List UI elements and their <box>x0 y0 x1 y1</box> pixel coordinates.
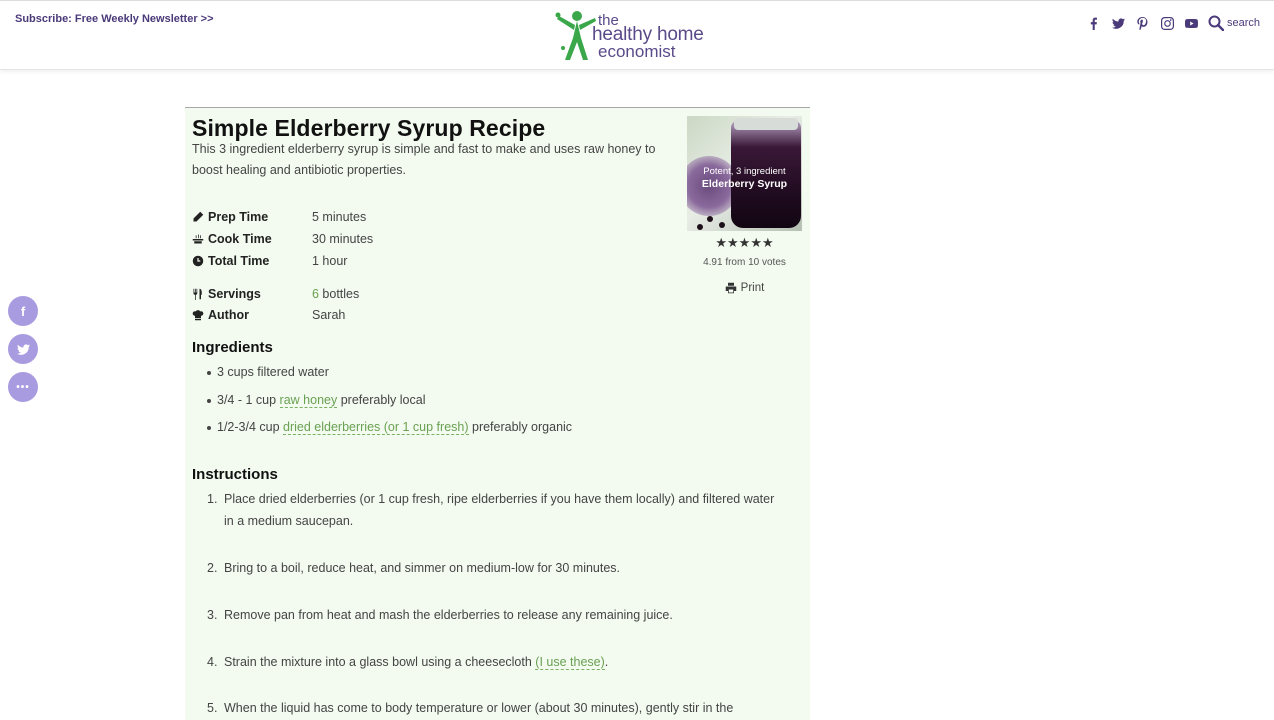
meta-value: 30 minutes <box>312 232 374 246</box>
meta-prep-time: Prep Time 5 minutes <box>192 210 366 224</box>
subscribe-link[interactable]: Subscribe: Free Weekly Newsletter >> <box>15 13 214 25</box>
pencil-icon <box>193 211 204 222</box>
step-text-end: . <box>604 655 609 669</box>
twitter-icon <box>16 343 30 355</box>
ingredient-note: preferably organic <box>468 420 573 434</box>
star-icon[interactable]: ★ <box>739 235 751 250</box>
star-icon[interactable]: ★ <box>727 235 739 250</box>
meta-value: 1 hour <box>312 254 348 268</box>
star-icon[interactable]: ★ <box>750 235 762 250</box>
step-text: Bring to a boil, reduce heat, and simmer… <box>224 561 621 575</box>
printer-icon <box>725 282 736 294</box>
share-more-button[interactable]: ••• <box>8 372 38 402</box>
step-number: 1. <box>207 492 218 506</box>
site-header: Subscribe: Free Weekly Newsletter >> the… <box>0 0 1274 70</box>
berry <box>697 224 703 230</box>
ingredient-text: 3 cups filtered water <box>217 365 329 379</box>
twitter-icon[interactable] <box>1106 13 1131 33</box>
berry <box>707 216 713 222</box>
meta-servings: Servings 6 bottles <box>192 287 359 301</box>
step-number: 4. <box>207 655 218 669</box>
ingredients-heading: Ingredients <box>192 339 273 356</box>
meta-label: Prep Time <box>208 210 269 224</box>
meta-author: Author Sarah <box>192 308 345 322</box>
ingredient-item: 3 cups filtered water <box>207 365 329 379</box>
step-text: Remove pan from heat and mash the elderb… <box>224 608 673 622</box>
meta-label: Servings <box>208 287 261 301</box>
ingredient-item: 1/2-3/4 cup dried elderberries (or 1 cup… <box>206 420 573 435</box>
clock-icon <box>192 255 204 267</box>
servings-number[interactable]: 6 <box>312 287 319 301</box>
step-number: 3. <box>207 608 218 622</box>
image-caption-top: Potent, 3 ingredient <box>703 166 786 177</box>
star-icon[interactable]: ★ <box>715 235 727 250</box>
instruction-step: 4. Strain the mixture into a glass bowl … <box>207 651 787 673</box>
instruction-step: 3. Remove pan from heat and mash the eld… <box>207 604 787 626</box>
meta-value: Sarah <box>312 308 346 322</box>
jar-lid <box>734 118 798 130</box>
servings-unit: bottles <box>318 287 360 301</box>
instructions-heading: Instructions <box>192 466 278 483</box>
ingredient-amount: 3/4 - 1 cup <box>217 393 280 407</box>
step-text: Strain the mixture into a glass bowl usi… <box>224 655 536 669</box>
meta-total-time: Total Time 1 hour <box>192 254 347 268</box>
chef-hat-icon <box>192 310 204 321</box>
share-facebook-button[interactable]: f <box>8 296 38 326</box>
rating-text: 4.91 from 10 votes <box>703 257 786 268</box>
ingredient-item: 3/4 - 1 cup raw honey preferably local <box>206 393 426 408</box>
step-text: Place dried elderberries (or 1 cup fresh… <box>224 492 775 528</box>
print-button[interactable]: Print <box>687 282 802 294</box>
step-link-cheesecloth[interactable]: (I use these) <box>535 655 605 670</box>
facebook-icon: f <box>20 303 26 319</box>
recipe-summary: This 3 ingredient elderberry syrup is si… <box>192 142 656 177</box>
recipe-card: Simple Elderberry Syrup Recipe This 3 in… <box>185 107 810 720</box>
meta-label: Total Time <box>208 254 270 268</box>
facebook-icon[interactable] <box>1081 13 1106 33</box>
berry <box>719 222 725 228</box>
meta-label: Author <box>208 308 249 322</box>
youtube-icon[interactable] <box>1179 13 1204 33</box>
search-button[interactable]: search <box>1208 15 1260 31</box>
share-twitter-button[interactable] <box>8 334 38 364</box>
print-label: Print <box>740 282 765 294</box>
pot-icon <box>192 234 204 244</box>
instruction-step: 5. When the liquid has come to body temp… <box>207 697 787 719</box>
recipe-title: Simple Elderberry Syrup Recipe <box>192 115 546 141</box>
instruction-step: 1. Place dried elderberries (or 1 cup fr… <box>207 488 787 532</box>
more-icon: ••• <box>16 381 30 393</box>
ingredient-note: preferably local <box>337 393 426 407</box>
image-caption-main: Elderberry Syrup <box>701 178 788 190</box>
meta-cook-time: Cook Time 30 minutes <box>192 232 373 246</box>
instagram-icon[interactable] <box>1155 13 1180 33</box>
meta-value: 5 minutes <box>312 210 367 224</box>
step-text: When the liquid has come to body tempera… <box>224 701 734 715</box>
star-icon[interactable]: ★ <box>762 235 774 250</box>
instruction-step: 2. Bring to a boil, reduce heat, and sim… <box>207 557 787 579</box>
site-logo[interactable]: the healthy home economist <box>555 8 725 64</box>
search-icon <box>1208 15 1224 31</box>
ingredient-amount: 1/2-3/4 cup <box>217 420 284 434</box>
ingredient-link-elderberries[interactable]: dried elderberries (or 1 cup fresh) <box>283 420 469 435</box>
recipe-image: Potent, 3 ingredient Elderberry Syrup <box>687 116 802 231</box>
logo-text-economist: economist <box>598 42 676 61</box>
utensils-icon <box>193 288 202 300</box>
step-number: 5. <box>207 701 218 715</box>
rating-stars[interactable]: ★★★★★ <box>687 235 802 251</box>
social-links: search <box>1081 13 1260 33</box>
meta-label: Cook Time <box>208 232 272 246</box>
pinterest-icon[interactable] <box>1130 13 1155 33</box>
ingredient-link-raw-honey[interactable]: raw honey <box>279 393 338 408</box>
step-number: 2. <box>207 561 218 575</box>
search-label: search <box>1226 17 1260 29</box>
